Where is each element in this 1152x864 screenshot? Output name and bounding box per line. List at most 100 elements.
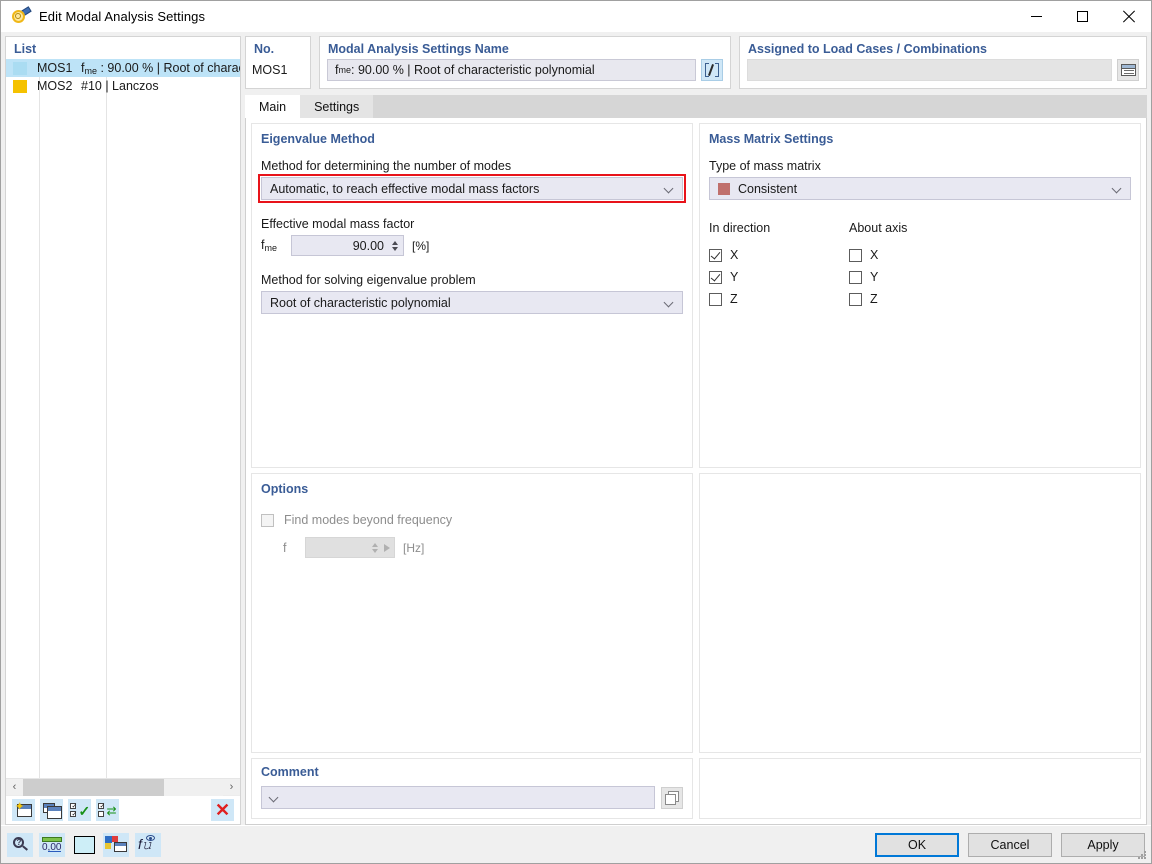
select-load-cases-button[interactable]	[1117, 59, 1139, 81]
checkbox-find-modes-beyond-frequency[interactable]	[261, 514, 274, 527]
assigned-box: Assigned to Load Cases / Combinations	[739, 36, 1147, 89]
comment-combo[interactable]	[261, 786, 655, 809]
numeric-format-button[interactable]: 0,00	[39, 833, 65, 857]
numeric-format-icon: 0,00	[42, 837, 62, 853]
number-box: No. MOS1	[245, 36, 311, 89]
frequency-symbol: f	[283, 541, 297, 555]
factor-row: fme 90.00 [%]	[261, 235, 683, 256]
tab-settings[interactable]: Settings	[300, 95, 373, 118]
checkbox-axis-z[interactable]	[849, 293, 862, 306]
checkbox-direction-y[interactable]	[709, 271, 722, 284]
empty-panel-right	[699, 473, 1141, 753]
method-modes-combo[interactable]: Automatic, to reach effective modal mass…	[261, 177, 683, 200]
mass-matrix-panel: Mass Matrix Settings Type of mass matrix…	[699, 123, 1141, 468]
chevron-down-icon	[270, 793, 279, 802]
scroll-right-icon[interactable]: ›	[223, 779, 240, 796]
checkbox-label: X	[870, 248, 878, 262]
mass-type-combo[interactable]: Consistent	[709, 177, 1131, 200]
checkbox-label: Z	[730, 292, 738, 306]
display-config-button[interactable]	[103, 833, 129, 857]
stepper-down-icon[interactable]	[372, 549, 378, 553]
checkbox-row[interactable]: Y	[709, 266, 849, 288]
chevron-down-icon	[1113, 184, 1122, 193]
list-item-color-swatch	[13, 80, 27, 93]
options-panel: Options Find modes beyond frequency f	[251, 473, 693, 753]
cancel-button[interactable]: Cancel	[968, 833, 1052, 857]
list-item-description: fme : 90.00 % | Root of character	[81, 61, 240, 76]
solver-label: Method for solving eigenvalue problem	[261, 273, 683, 287]
resize-grip[interactable]	[1138, 851, 1148, 861]
stepper-up-icon[interactable]	[372, 543, 378, 547]
title-bar: Edit Modal Analysis Settings	[1, 1, 1151, 32]
assigned-input[interactable]	[747, 59, 1112, 81]
minimize-button[interactable]	[1013, 1, 1059, 32]
comment-title: Comment	[261, 765, 683, 779]
empty-panel-bottom-right	[699, 758, 1141, 819]
footer-toolbar: ? 0,00 f𝚞	[7, 833, 161, 857]
delete-x-icon: ✕	[215, 801, 230, 819]
edit-modal-analysis-settings-dialog: Edit Modal Analysis Settings List MOS1 f…	[0, 0, 1152, 864]
factor-value: 90.00	[300, 239, 390, 253]
display-config-icon	[105, 836, 127, 853]
maximize-button[interactable]	[1059, 1, 1105, 32]
find-modes-row: Find modes beyond frequency	[261, 509, 683, 531]
frequency-row: f [Hz]	[261, 537, 683, 558]
checkbox-row[interactable]: Z	[709, 288, 849, 310]
name-text: : 90.00 % | Root of characteristic polyn…	[351, 63, 595, 77]
new-item-button[interactable]: ✦	[12, 799, 35, 821]
window-title: Edit Modal Analysis Settings	[39, 9, 205, 24]
checkbox-row[interactable]: X	[709, 244, 849, 266]
list-item-id: MOS2	[37, 79, 81, 93]
assigned-caption: Assigned to Load Cases / Combinations	[740, 37, 1146, 59]
tab-bar: Main Settings	[245, 95, 1147, 118]
tab-main[interactable]: Main	[245, 95, 300, 118]
number-value[interactable]: MOS1	[246, 59, 310, 81]
delete-item-button[interactable]: ✕	[211, 799, 234, 821]
list-item[interactable]: MOS2 #10 | Lanczos	[6, 77, 240, 95]
scroll-left-icon[interactable]: ‹	[6, 779, 23, 796]
checkbox-axis-y[interactable]	[849, 271, 862, 284]
frequency-stepper[interactable]	[305, 537, 395, 558]
settings-row-top: Eigenvalue Method Method for determining…	[251, 123, 1141, 468]
edit-name-button[interactable]	[701, 59, 723, 81]
dialog-body: List MOS1 fme : 90.00 % | Root of charac…	[1, 32, 1151, 825]
checkbox-axis-x[interactable]	[849, 249, 862, 262]
select-all-button[interactable]: ✓ ✓ ✓	[68, 799, 91, 821]
list-item[interactable]: MOS1 fme : 90.00 % | Root of character	[6, 59, 240, 77]
stepper-down-icon[interactable]	[392, 247, 398, 251]
stepper-arrows[interactable]	[390, 241, 399, 251]
function-view-button[interactable]: f𝚞	[135, 833, 161, 857]
name-box: Modal Analysis Settings Name fme : 90.00…	[319, 36, 731, 89]
pencil-frame-icon	[705, 63, 719, 77]
checkbox-direction-z[interactable]	[709, 293, 722, 306]
info-search-button[interactable]: ?	[7, 833, 33, 857]
list-panel-caption: List	[6, 37, 240, 59]
scroll-thumb[interactable]	[23, 779, 164, 796]
copy-item-button[interactable]	[40, 799, 63, 821]
factor-stepper[interactable]: 90.00	[291, 235, 404, 256]
settings-row-bottom: Comment	[251, 758, 1141, 819]
close-button[interactable]	[1105, 1, 1151, 32]
scroll-track[interactable]	[23, 779, 223, 796]
color-swatch-button[interactable]	[71, 833, 97, 857]
checkbox-row[interactable]: Z	[849, 288, 989, 310]
stepper-arrows[interactable]	[370, 543, 379, 553]
apply-button[interactable]: Apply	[1061, 833, 1145, 857]
checkbox-check-icon: ✓ ✓ ✓	[70, 803, 90, 818]
ok-button[interactable]: OK	[875, 833, 959, 857]
checkbox-direction-x[interactable]	[709, 249, 722, 262]
about-axis-header: About axis	[849, 221, 989, 235]
header-fields: No. MOS1 Modal Analysis Settings Name fm…	[245, 36, 1147, 89]
list-horizontal-scrollbar[interactable]: ‹ ›	[6, 778, 240, 795]
name-input[interactable]: fme : 90.00 % | Root of characteristic p…	[327, 59, 696, 81]
factor-label: Effective modal mass factor	[261, 217, 683, 231]
list-area[interactable]: MOS1 fme : 90.00 % | Root of character M…	[6, 59, 240, 778]
invert-selection-button[interactable]: ✓ ⇄	[96, 799, 119, 821]
method-modes-value: Automatic, to reach effective modal mass…	[270, 182, 665, 196]
checkbox-row[interactable]: Y	[849, 266, 989, 288]
checkbox-label: Z	[870, 292, 878, 306]
comment-copy-button[interactable]	[661, 787, 683, 809]
stepper-up-icon[interactable]	[392, 241, 398, 245]
checkbox-row[interactable]: X	[849, 244, 989, 266]
solver-combo[interactable]: Root of characteristic polynomial	[261, 291, 683, 314]
